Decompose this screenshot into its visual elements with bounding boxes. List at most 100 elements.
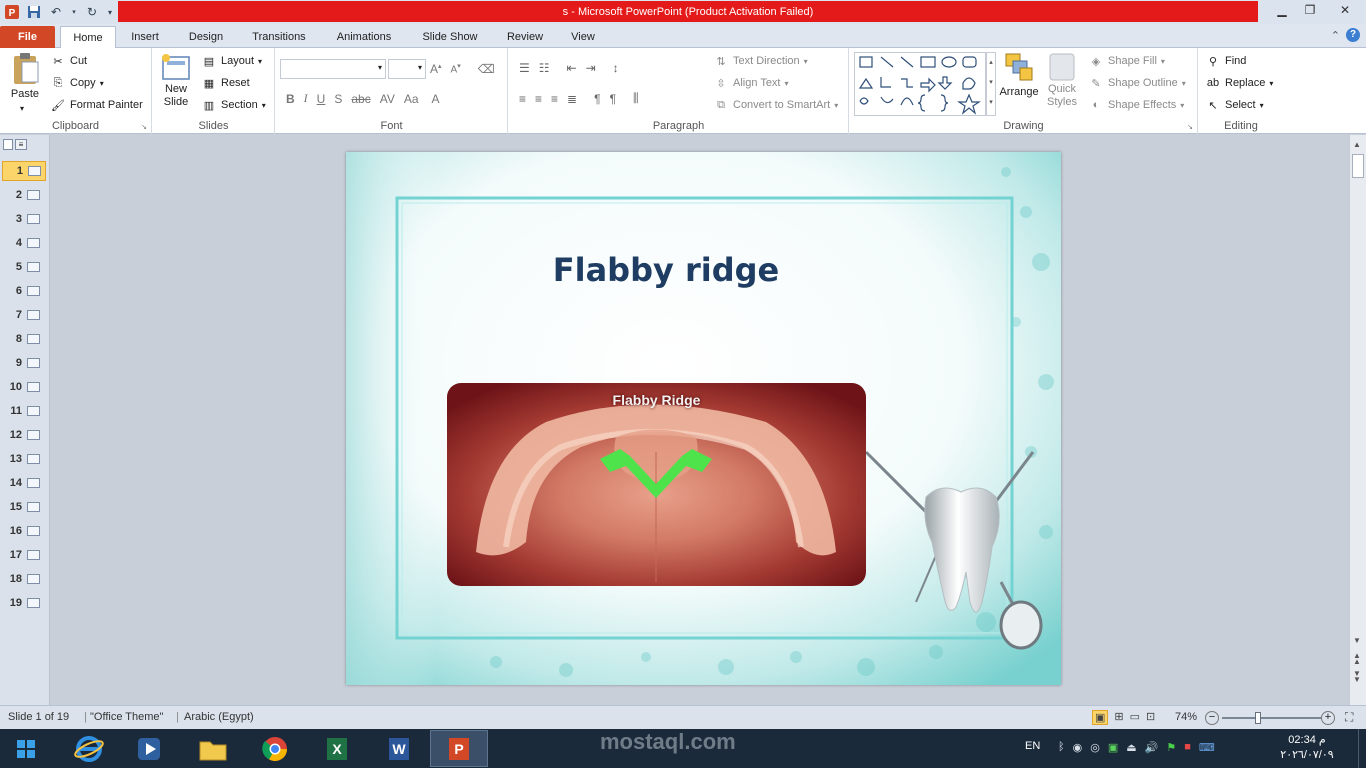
tab-design[interactable]: Design [180, 26, 232, 48]
tab-view[interactable]: View [562, 26, 604, 48]
zoom-out-icon[interactable]: − [1205, 711, 1219, 725]
normal-view-icon[interactable]: ▣ [1092, 710, 1109, 725]
undo-icon[interactable]: ↶ [48, 4, 64, 20]
reset-button[interactable]: ▦ Reset [201, 75, 250, 91]
bullets-icon[interactable]: ☰ [519, 61, 530, 75]
section-button[interactable]: ▥ Section ▾ [201, 97, 266, 113]
slides-tab-icon[interactable] [3, 139, 13, 150]
slide-thumbnail-13[interactable]: 13 [2, 449, 46, 469]
flag-icon[interactable]: ⚑ [1166, 741, 1176, 754]
font-size-dropdown[interactable]: ▾ [388, 59, 426, 79]
slide-thumbnail-10[interactable]: 10 [2, 377, 46, 397]
slide-thumbnail-15[interactable]: 15 [2, 497, 46, 517]
decrease-indent-icon[interactable]: ⇤ [567, 61, 577, 75]
paste-button[interactable]: Paste [6, 52, 44, 100]
convert-smartart-button[interactable]: ⧉ Convert to SmartArt ▾ [713, 97, 838, 113]
copy-button[interactable]: ⎘ Copy ▾ [50, 75, 104, 91]
minimize-ribbon-icon[interactable]: ⌃ [1331, 29, 1340, 42]
help-icon[interactable]: ? [1346, 28, 1360, 42]
scroll-down-icon[interactable]: ▼ [1353, 636, 1361, 645]
zoom-slider[interactable] [1222, 712, 1322, 724]
shape-fill-button[interactable]: ◈ Shape Fill ▾ [1088, 53, 1165, 69]
find-button[interactable]: ⚲ Find [1205, 53, 1246, 69]
theme-status[interactable]: "Office Theme" [90, 711, 163, 723]
tab-slide-show[interactable]: Slide Show [414, 26, 486, 48]
keyboard-icon[interactable]: ⌨ [1199, 741, 1215, 754]
slide-thumbnail-8[interactable]: 8 [2, 329, 46, 349]
tab-home[interactable]: Home [60, 26, 116, 48]
slide-title[interactable]: Flabby ridge [346, 251, 986, 289]
input-language[interactable]: EN [1025, 740, 1040, 752]
drawing-launcher-icon[interactable]: ↘ [1187, 123, 1193, 131]
zoom-level[interactable]: 74% [1175, 711, 1197, 723]
arrange-button[interactable]: Arrange [999, 52, 1039, 98]
slide-canvas[interactable]: Flabby ridge Flabby Ridge [346, 152, 1061, 685]
fit-to-window-icon[interactable]: ⛶ [1345, 710, 1353, 725]
slide-thumbnail-18[interactable]: 18 [2, 569, 46, 589]
usb-icon[interactable]: ⏏ [1126, 741, 1136, 754]
powerpoint-app-icon[interactable]: P [4, 4, 20, 20]
new-slide-button[interactable]: New Slide [158, 54, 194, 108]
app-tray-icon[interactable]: ■ [1184, 741, 1191, 754]
slide-thumbnail-16[interactable]: 16 [2, 521, 46, 541]
clock[interactable]: 02:34 م ٢٠٢٦/٠٧/٠٩ [1272, 733, 1342, 763]
save-icon[interactable] [26, 4, 42, 20]
slide-thumbnail-2[interactable]: 2 [2, 185, 46, 205]
taskbar-media-player[interactable] [120, 730, 178, 767]
taskbar-powerpoint[interactable]: P [430, 730, 488, 767]
slide-thumbnail-12[interactable]: 12 [2, 425, 46, 445]
taskbar-word[interactable]: W [370, 730, 428, 767]
taskbar-internet-explorer[interactable] [60, 730, 118, 767]
paste-dropdown-icon[interactable]: ▾ [20, 104, 24, 113]
strikethrough-icon[interactable]: abc [351, 92, 370, 106]
zoom-slider-thumb[interactable] [1255, 712, 1261, 724]
numbering-icon[interactable]: ☷ [539, 61, 550, 75]
scroll-thumb[interactable] [1352, 154, 1364, 178]
start-button[interactable] [0, 730, 52, 767]
slide-thumbnail-11[interactable]: 11 [2, 401, 46, 421]
quick-styles-button[interactable]: Quick Styles [1044, 52, 1080, 108]
previous-slide-icon[interactable]: ▲ ▲ [1353, 652, 1361, 666]
shape-outline-button[interactable]: ✎ Shape Outline ▾ [1088, 75, 1185, 91]
font-name-dropdown[interactable]: ▾ [280, 59, 386, 79]
character-spacing-icon[interactable]: AV [380, 92, 395, 106]
shadow-icon[interactable]: S [334, 92, 342, 106]
slide-thumbnail-1[interactable]: 1 [2, 161, 46, 181]
slide-thumbnail-5[interactable]: 5 [2, 257, 46, 277]
next-slide-icon[interactable]: ▼ ▼ [1353, 670, 1361, 684]
columns-icon[interactable]: ⫼ [633, 91, 639, 106]
reading-view-icon[interactable]: ▭ [1130, 710, 1140, 725]
taskbar-file-explorer[interactable] [184, 730, 242, 767]
minimize-button[interactable]: ▁ [1268, 0, 1296, 20]
tab-review[interactable]: Review [500, 26, 550, 48]
font-color-icon[interactable]: A [432, 92, 440, 106]
shapes-gallery[interactable] [854, 52, 986, 116]
ltr-icon[interactable]: ¶ [594, 92, 600, 106]
tab-animations[interactable]: Animations [328, 26, 400, 48]
shapes-scroll[interactable]: ▴ ▾ ▾ [986, 52, 996, 116]
slide-thumbnail-14[interactable]: 14 [2, 473, 46, 493]
slide-thumbnail-17[interactable]: 17 [2, 545, 46, 565]
slide-sorter-icon[interactable]: ⊞ [1114, 710, 1123, 725]
clear-formatting-icon[interactable]: ⌫ [478, 62, 495, 76]
clipboard-launcher-icon[interactable]: ↘ [141, 123, 147, 131]
slide-thumbnail-7[interactable]: 7 [2, 305, 46, 325]
slide-thumbnail-6[interactable]: 6 [2, 281, 46, 301]
network-icon[interactable]: ▣ [1108, 741, 1118, 754]
italic-icon[interactable]: I [304, 91, 308, 106]
justify-icon[interactable]: ≣ [567, 92, 577, 106]
select-button[interactable]: ↖ Select ▾ [1205, 97, 1263, 113]
restore-button[interactable]: ❐ [1296, 0, 1324, 20]
line-spacing-icon[interactable]: ↕ [613, 61, 619, 75]
slide-thumbnail-4[interactable]: 4 [2, 233, 46, 253]
slide-thumbnail-9[interactable]: 9 [2, 353, 46, 373]
underline-icon[interactable]: U [317, 92, 326, 106]
shape-effects-button[interactable]: ◐ Shape Effects ▾ [1088, 97, 1185, 113]
disc-icon[interactable]: ◎ [1090, 741, 1100, 754]
slide-thumbnail-3[interactable]: 3 [2, 209, 46, 229]
shrink-font-icon[interactable]: A▾ [451, 62, 461, 75]
outline-tab-icon[interactable]: ≡ [15, 139, 27, 150]
vertical-scrollbar[interactable]: ▲ ▼ ▲ ▲ ▼ ▼ [1349, 135, 1366, 705]
undo-dropdown-icon[interactable]: ▾ [70, 4, 78, 20]
language-status[interactable]: Arabic (Egypt) [184, 711, 254, 723]
